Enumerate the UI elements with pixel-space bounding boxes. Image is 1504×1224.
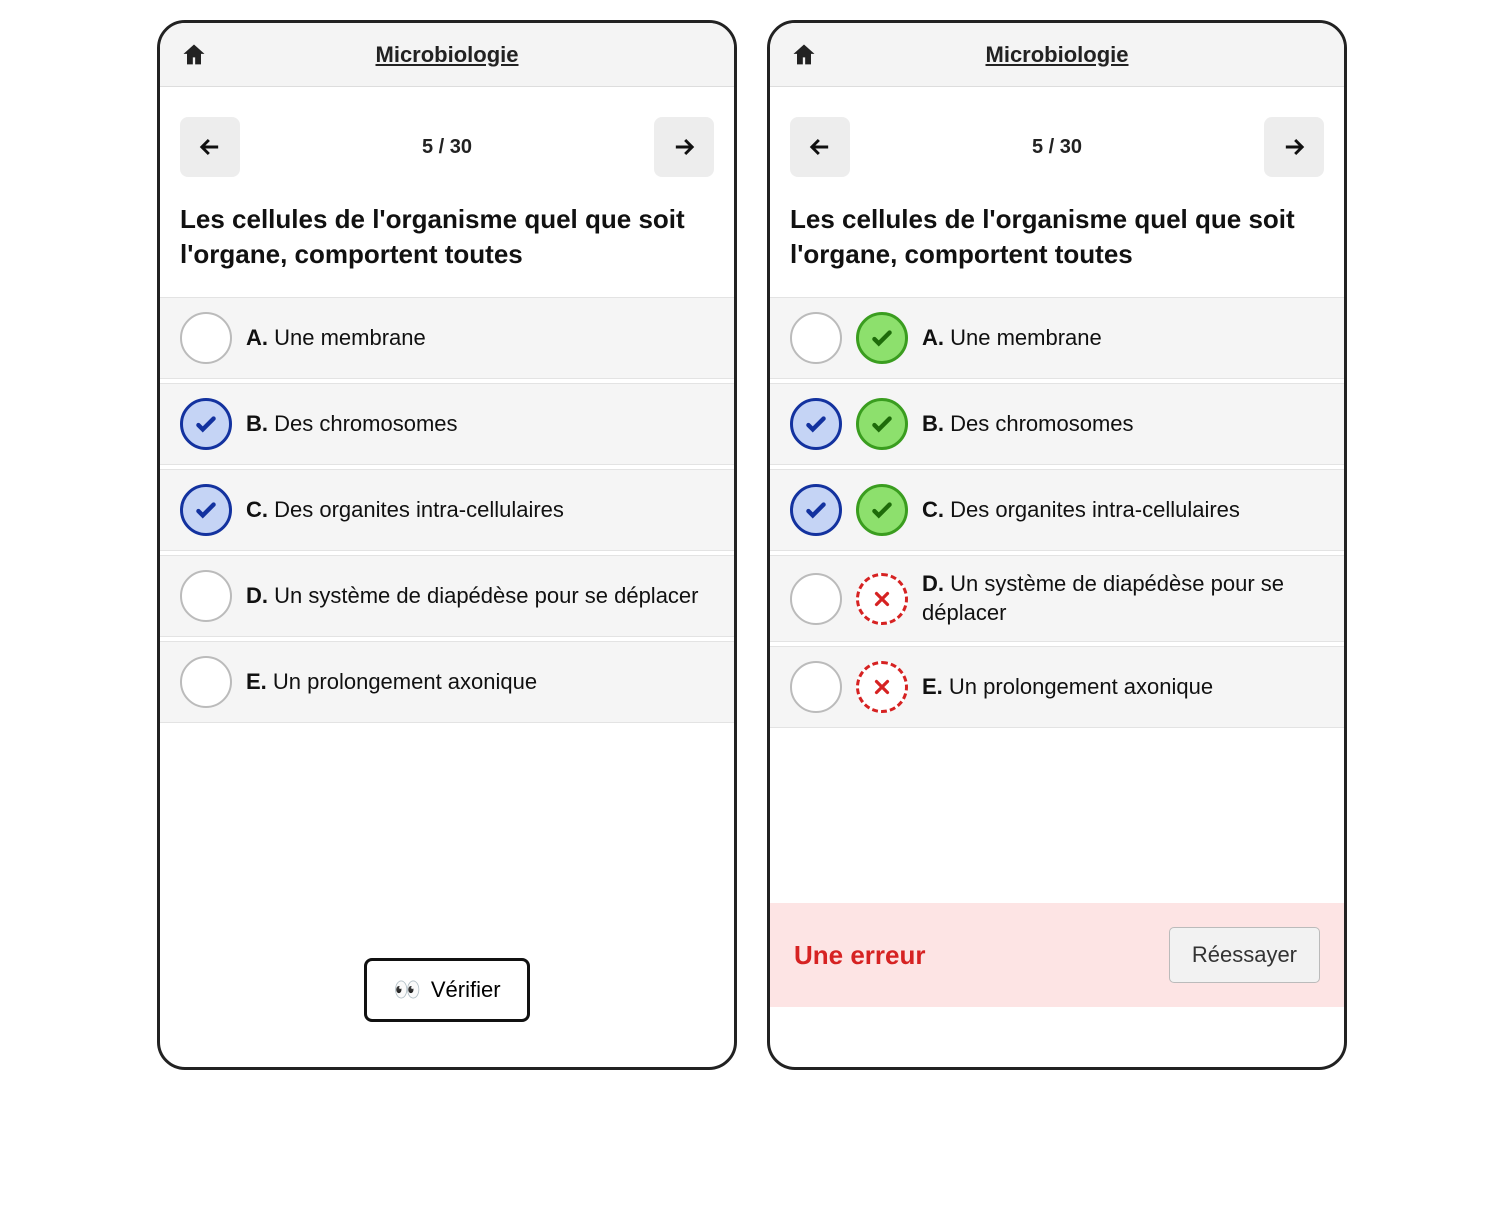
cross-icon (871, 588, 893, 610)
checkbox-selected (790, 398, 842, 450)
option-e[interactable]: E. Un prolongement axonique (770, 646, 1344, 728)
checkbox-empty[interactable] (180, 312, 232, 364)
option-b[interactable]: B. Des chromosomes (160, 383, 734, 465)
check-icon (803, 411, 829, 437)
question-text: Les cellules de l'organisme quel que soi… (770, 202, 1344, 297)
checkbox-empty (790, 661, 842, 713)
check-icon (193, 497, 219, 523)
option-c[interactable]: C. Des organites intra-cellulaires (770, 469, 1344, 551)
options-list: A. Une membrane B. Des chromosomes C. De… (770, 297, 1344, 732)
checkbox-selected[interactable] (180, 484, 232, 536)
wrong-icon (856, 661, 908, 713)
nav-row: 5 / 30 (770, 87, 1344, 202)
prev-button[interactable] (180, 117, 240, 177)
checkbox-selected (790, 484, 842, 536)
wrong-icon (856, 573, 908, 625)
option-d[interactable]: D. Un système de diapédèse pour se dépla… (770, 555, 1344, 642)
question-text: Les cellules de l'organisme quel que soi… (160, 202, 734, 297)
option-b[interactable]: B. Des chromosomes (770, 383, 1344, 465)
checkbox-empty (790, 312, 842, 364)
correct-icon (856, 484, 908, 536)
question-counter: 5 / 30 (422, 136, 472, 159)
option-label: A. Une membrane (246, 324, 426, 353)
option-d[interactable]: D. Un système de diapédèse pour se dépla… (160, 555, 734, 637)
options-list: A. Une membrane B. Des chromosomes C. De… (160, 297, 734, 727)
option-a[interactable]: A. Une membrane (160, 297, 734, 379)
check-icon (869, 411, 895, 437)
option-label: D. Un système de diapédèse pour se dépla… (246, 582, 699, 611)
arrow-right-icon (1280, 133, 1308, 161)
home-icon[interactable] (180, 41, 208, 69)
option-label: C. Des organites intra-cellulaires (246, 496, 564, 525)
checkbox-selected[interactable] (180, 398, 232, 450)
verify-label: Vérifier (431, 977, 501, 1003)
checkbox-empty[interactable] (180, 570, 232, 622)
option-a[interactable]: A. Une membrane (770, 297, 1344, 379)
option-c[interactable]: C. Des organites intra-cellulaires (160, 469, 734, 551)
option-label: B. Des chromosomes (922, 410, 1134, 439)
verify-button[interactable]: 👀 Vérifier (364, 958, 529, 1022)
next-button[interactable] (654, 117, 714, 177)
phone-after: Microbiologie 5 / 30 Les cellules de l'o… (767, 20, 1347, 1070)
checkbox-empty[interactable] (180, 656, 232, 708)
arrow-left-icon (806, 133, 834, 161)
option-e[interactable]: E. Un prolongement axonique (160, 641, 734, 723)
eyes-icon: 👀 (393, 977, 420, 1003)
header: Microbiologie (770, 23, 1344, 87)
correct-icon (856, 312, 908, 364)
arrow-left-icon (196, 133, 224, 161)
option-label: E. Un prolongement axonique (922, 673, 1213, 702)
prev-button[interactable] (790, 117, 850, 177)
retry-button[interactable]: Réessayer (1169, 927, 1320, 983)
nav-row: 5 / 30 (160, 87, 734, 202)
correct-icon (856, 398, 908, 450)
check-icon (193, 411, 219, 437)
option-label: A. Une membrane (922, 324, 1102, 353)
option-label: C. Des organites intra-cellulaires (922, 496, 1240, 525)
footer: 👀 Vérifier (160, 928, 734, 1067)
option-label: B. Des chromosomes (246, 410, 458, 439)
home-icon[interactable] (790, 41, 818, 69)
check-icon (869, 325, 895, 351)
phone-before: Microbiologie 5 / 30 Les cellules de l'o… (157, 20, 737, 1070)
arrow-right-icon (670, 133, 698, 161)
question-counter: 5 / 30 (1032, 136, 1082, 159)
error-message: Une erreur (794, 940, 926, 971)
option-label: D. Un système de diapédèse pour se dépla… (922, 570, 1324, 627)
check-icon (803, 497, 829, 523)
cross-icon (871, 676, 893, 698)
header: Microbiologie (160, 23, 734, 87)
check-icon (869, 497, 895, 523)
header-title[interactable]: Microbiologie (986, 42, 1129, 68)
next-button[interactable] (1264, 117, 1324, 177)
result-footer: Une erreur Réessayer (770, 903, 1344, 1007)
header-title[interactable]: Microbiologie (376, 42, 519, 68)
checkbox-empty (790, 573, 842, 625)
option-label: E. Un prolongement axonique (246, 668, 537, 697)
